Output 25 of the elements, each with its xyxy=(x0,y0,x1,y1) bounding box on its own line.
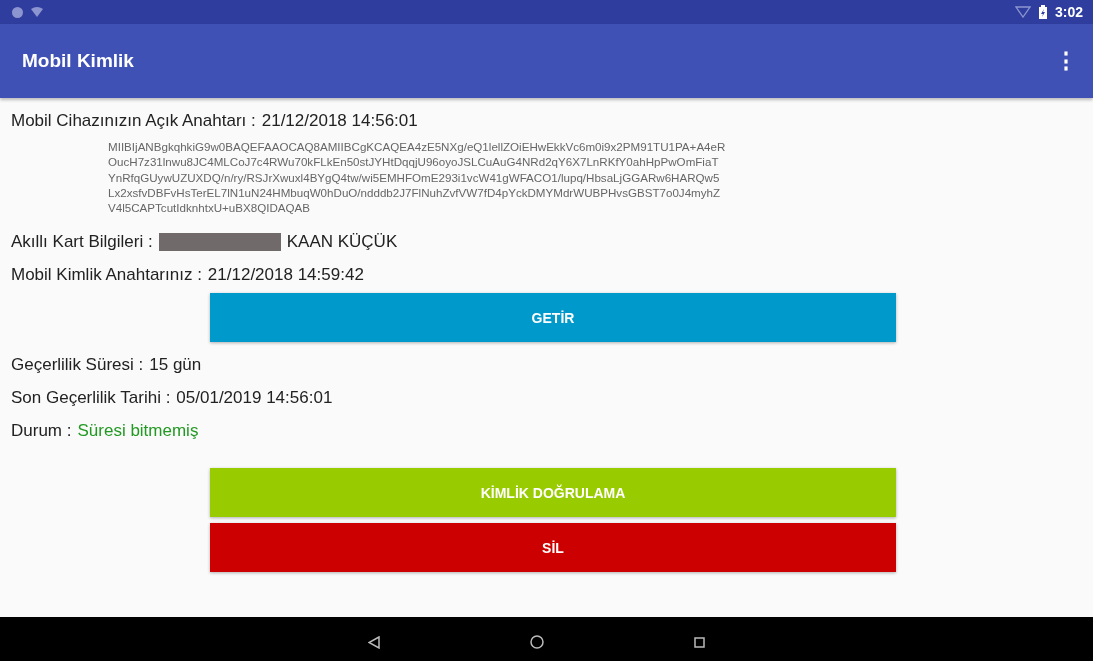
app-title: Mobil Kimlik xyxy=(22,50,135,72)
field-value: 05/01/2019 14:56:01 xyxy=(176,388,333,408)
field-label: Akıllı Kart Bilgileri : xyxy=(11,232,153,252)
delete-button[interactable]: SİL xyxy=(210,523,896,573)
recents-icon[interactable] xyxy=(694,636,705,648)
key-date: 21/12/2018 14:56:01 xyxy=(261,110,418,131)
field-label: Geçerlilik Süresi : xyxy=(11,355,144,375)
public-key-text: MIIBIjANBgkqhkiG9w0BAQEFAAOCAQ8AMIIBCgKCAQEA4zE5NXg/eQ1lellZOiEHwEkkVc6m0i9x2PM91TU1PA+A4eR OucH7z31lnwu8JC4MLCoJ7c4RWu70kFLkEn50stJYHtDqqjU96oyoJSLCuAuG4NRd2qY6X7LnRKfY0ahHpPwOmFiaT YnRfqGUywUZUXDQ/n/ry/RSJrXwuxl4BYgQ4tw/wi5EMHFOmE293i1vcW41gWFACO1/lupq/HbsaLjGGARw6HARQw5 Lx2xsfvDBFvHsTerEL7lN1uN24HMbuqW0hDuO/ndddb2J7FlNuhZvfVW7fD4pYckDMYMdrWUBPHvsGBST7o0J4myhZ V4l5CAPTcutIdknhtxU+uBX8QIDAQAB xyxy=(108,139,727,216)
signal-icon xyxy=(31,7,43,17)
key-date: 21/12/2018 14:59:42 xyxy=(207,265,364,285)
field-value: 15 gün xyxy=(149,355,202,375)
field-label: Son Geçerlilik Tarihi : xyxy=(11,388,171,408)
menu-icon[interactable]: ⋮ xyxy=(1051,48,1081,74)
wifi-icon xyxy=(1014,6,1031,18)
field-label: Mobil Cihazınızın Açık Anahtarı : xyxy=(11,110,256,131)
circle-icon xyxy=(12,6,23,18)
card-holder-name: KAAN KÜÇÜK xyxy=(286,232,398,252)
clock-time: 3:02 xyxy=(1054,4,1083,20)
battery-icon xyxy=(1038,5,1047,19)
field-label: Mobil Kimlik Anahtarınız : xyxy=(11,265,202,285)
status-value: Süresi bitmemiş xyxy=(77,421,199,441)
back-icon[interactable] xyxy=(368,635,380,649)
field-label: Durum : xyxy=(11,421,72,441)
fetch-button[interactable]: GETİR xyxy=(210,293,896,343)
home-icon[interactable] xyxy=(530,635,544,649)
